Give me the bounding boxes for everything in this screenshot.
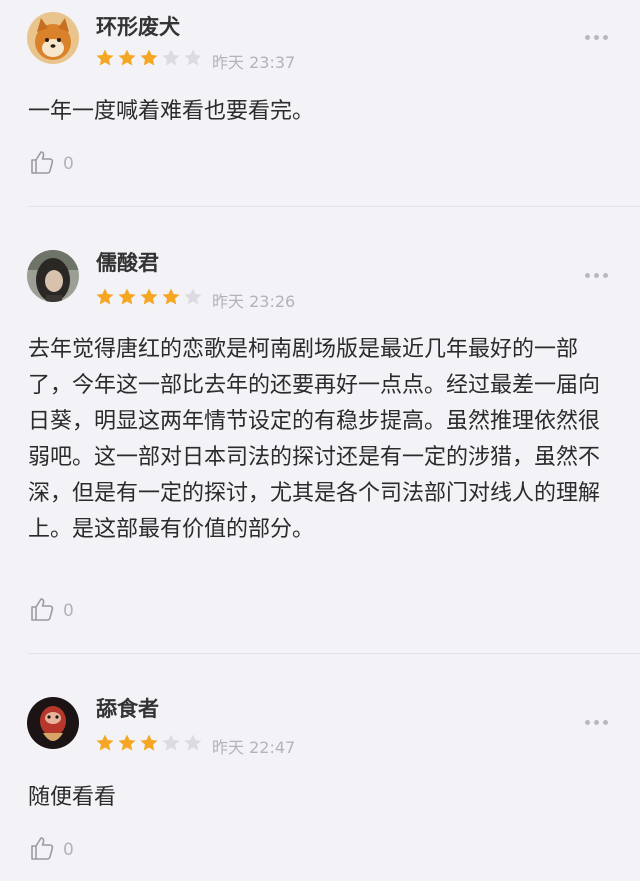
username[interactable]: 儒酸君 [96, 247, 159, 277]
star-filled-icon [117, 733, 137, 753]
star-empty-icon [183, 48, 203, 68]
star-filled-icon [95, 733, 115, 753]
star-empty-icon [183, 733, 203, 753]
username[interactable]: 环形废犬 [96, 11, 180, 41]
star-filled-icon [117, 287, 137, 307]
more-options-icon[interactable] [585, 272, 609, 280]
like-button[interactable]: 0 [29, 836, 74, 864]
star-empty-icon [161, 733, 181, 753]
divider [28, 206, 640, 207]
star-filled-icon [139, 733, 159, 753]
review-text: 去年觉得唐红的恋歌是柯南剧场版是最近几年最好的一部了，今年这一部比去年的还要再好… [28, 337, 601, 542]
star-filled-icon [95, 48, 115, 68]
star-empty-icon [161, 48, 181, 68]
divider [28, 653, 640, 654]
star-filled-icon [139, 48, 159, 68]
review-text: 随便看看 [28, 785, 117, 810]
like-button[interactable]: 0 [29, 150, 74, 178]
star-filled-icon [117, 48, 137, 68]
timestamp: 昨天 22:47 [212, 738, 296, 757]
like-button[interactable]: 0 [29, 597, 74, 625]
star-rating [95, 287, 203, 307]
like-count: 0 [63, 840, 74, 860]
person-photo-avatar[interactable] [27, 250, 79, 302]
more-options-icon[interactable] [585, 719, 609, 727]
username[interactable]: 舔食者 [96, 693, 159, 723]
thumbs-up-icon [29, 596, 55, 626]
star-empty-icon [183, 287, 203, 307]
star-filled-icon [161, 287, 181, 307]
like-count: 0 [63, 154, 74, 174]
creature-avatar[interactable] [27, 697, 79, 749]
star-rating [95, 48, 203, 68]
star-filled-icon [95, 287, 115, 307]
like-count: 0 [63, 601, 74, 621]
thumbs-up-icon [29, 149, 55, 179]
star-filled-icon [139, 287, 159, 307]
timestamp: 昨天 23:26 [212, 292, 296, 311]
shiba-dog-avatar[interactable] [27, 12, 79, 64]
review-text: 一年一度喊着难看也要看完。 [28, 99, 315, 124]
more-options-icon[interactable] [585, 34, 609, 42]
star-rating [95, 733, 203, 753]
timestamp: 昨天 23:37 [212, 53, 296, 72]
thumbs-up-icon [29, 835, 55, 865]
